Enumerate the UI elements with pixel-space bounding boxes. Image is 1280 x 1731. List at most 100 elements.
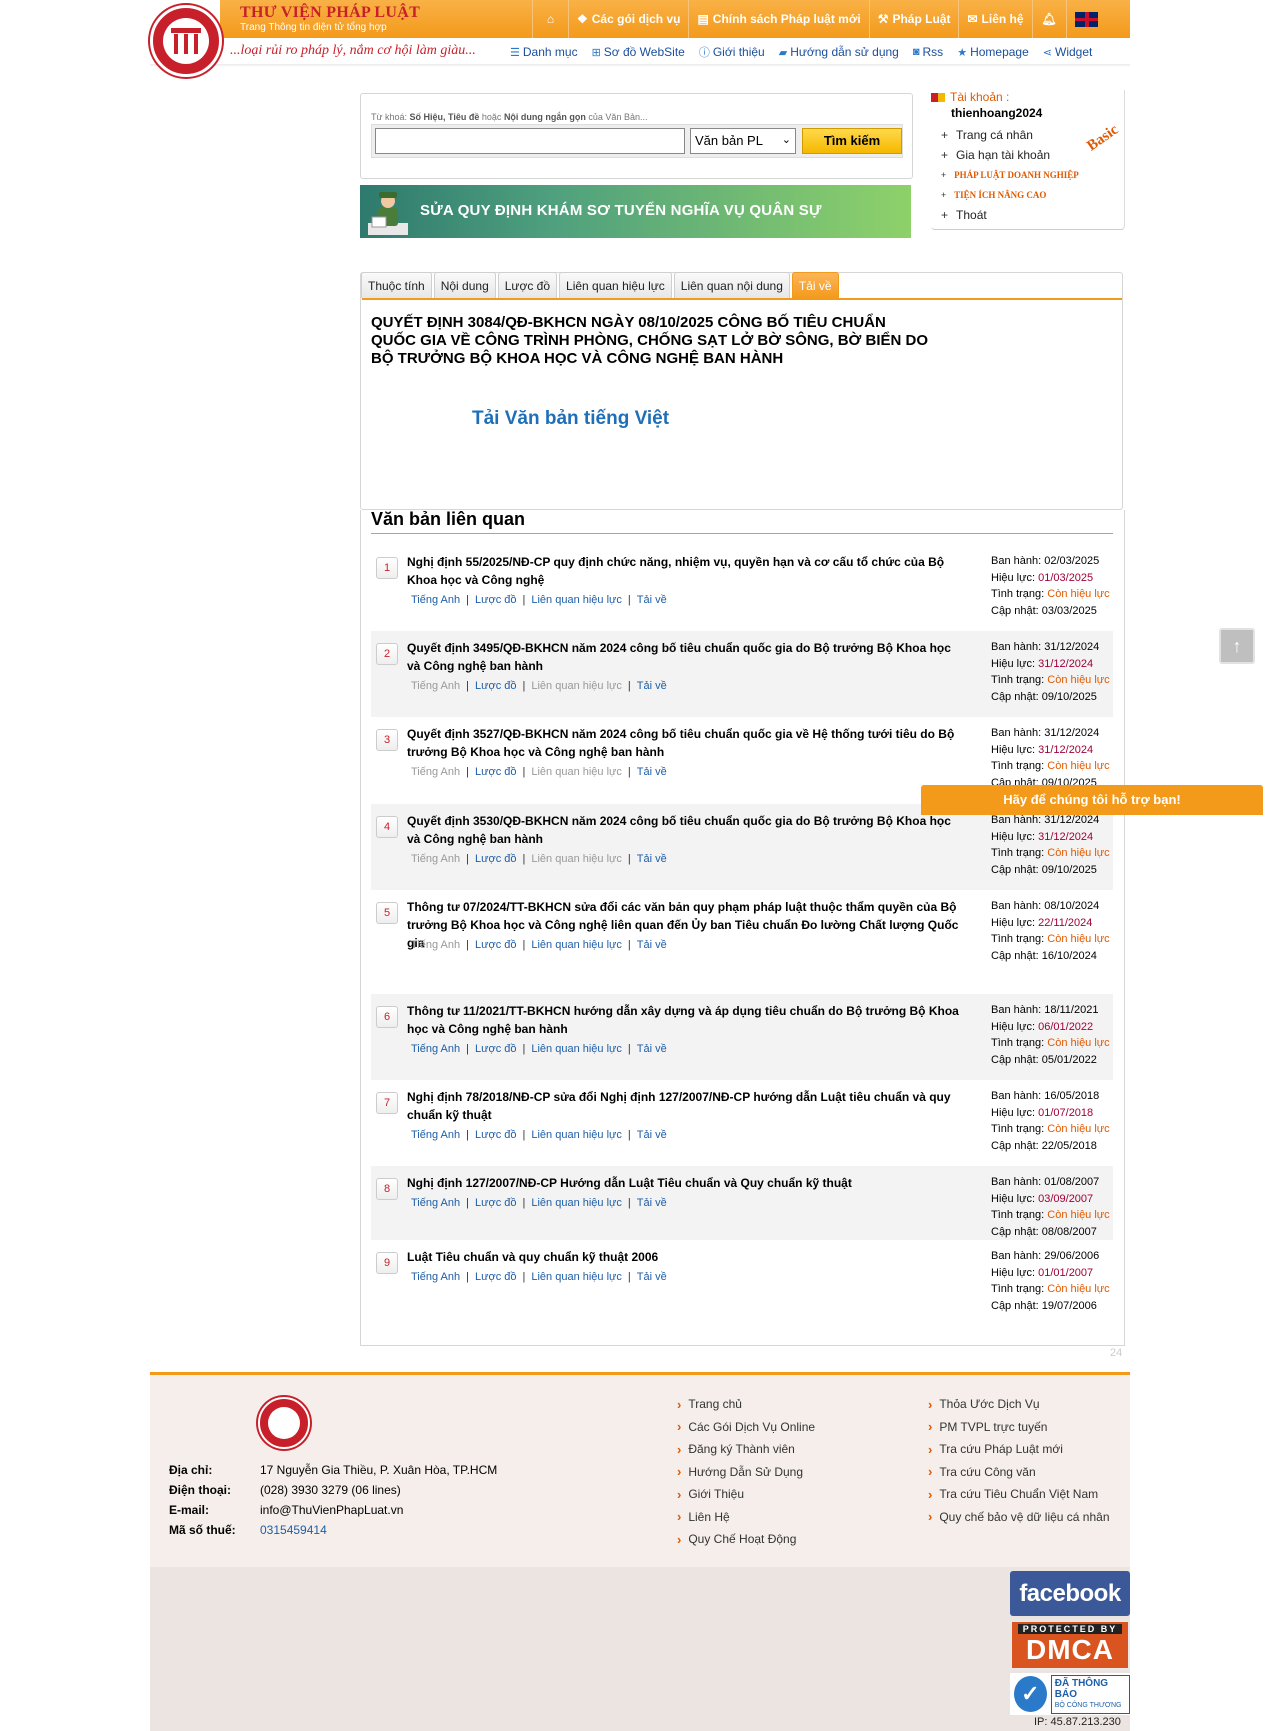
link-download[interactable]: Tải về bbox=[637, 766, 667, 778]
link-effect-related[interactable]: Liên quan hiệu lực bbox=[531, 1197, 622, 1209]
footer-link[interactable]: Tra cứu Pháp Luật mới bbox=[928, 1438, 1110, 1461]
scroll-top-button[interactable]: ↑ bbox=[1219, 628, 1255, 664]
account-menu-advanced-tools[interactable]: TIỆN ÍCH NÂNG CAO bbox=[941, 185, 1079, 205]
link-download[interactable]: Tải về bbox=[637, 1043, 667, 1055]
search-button[interactable]: Tìm kiếm bbox=[802, 128, 902, 154]
footer-link[interactable]: Quy Chế Hoạt Động bbox=[677, 1528, 815, 1551]
footer-link[interactable]: Tra cứu Tiêu Chuẩn Việt Nam bbox=[928, 1483, 1110, 1506]
item-title-link[interactable]: Thông tư 11/2021/TT-BKHCN hướng dẫn xây … bbox=[407, 1002, 967, 1038]
link-download[interactable]: Tải về bbox=[637, 1197, 667, 1209]
item-title-link[interactable]: Quyết định 3527/QĐ-BKHCN năm 2024 công b… bbox=[407, 725, 967, 761]
nav-language[interactable] bbox=[1065, 0, 1106, 38]
footer-link[interactable]: Liên Hệ bbox=[677, 1506, 815, 1529]
nav-label: Chính sách Pháp luật mới bbox=[712, 12, 861, 26]
tab-content[interactable]: Nội dung bbox=[433, 272, 496, 298]
tab-content-related[interactable]: Liên quan nội dung bbox=[673, 272, 790, 298]
link-english[interactable]: Tiếng Anh bbox=[411, 1129, 460, 1141]
account-menu-renew[interactable]: Gia hạn tài khoản bbox=[941, 145, 1079, 165]
link-diagram[interactable]: Lược đồ bbox=[475, 939, 517, 951]
item-title-link[interactable]: Nghị định 55/2025/NĐ-CP quy định chức nă… bbox=[407, 553, 967, 589]
download-vietnamese-link[interactable]: Tải Văn bản tiếng Việt bbox=[472, 408, 669, 430]
link-effect-related[interactable]: Liên quan hiệu lực bbox=[531, 594, 622, 606]
link-english[interactable]: Tiếng Anh bbox=[411, 766, 460, 778]
link-effect-related[interactable]: Liên quan hiệu lực bbox=[531, 1129, 622, 1141]
link-diagram[interactable]: Lược đồ bbox=[475, 853, 517, 865]
site-logo[interactable] bbox=[150, 5, 222, 77]
footer-link[interactable]: Các Gói Dịch Vụ Online bbox=[677, 1416, 815, 1439]
tab-effect-related[interactable]: Liên quan hiệu lực bbox=[559, 272, 672, 298]
footer-link[interactable]: Tra cứu Công văn bbox=[928, 1461, 1110, 1484]
site-header: THƯ VIỆN PHÁP LUẬT Trang Thông tin điện … bbox=[150, 0, 1130, 77]
link-english[interactable]: Tiếng Anh bbox=[411, 939, 460, 951]
item-links: Tiếng Anh | Lược đồ | Liên quan hiệu lực | Tải… bbox=[411, 1129, 667, 1141]
nav-law[interactable]: ⚒ Pháp Luật bbox=[868, 0, 959, 38]
subnav-catalog[interactable]: ☰ Danh mục bbox=[510, 44, 578, 60]
link-diagram[interactable]: Lược đồ bbox=[475, 1129, 517, 1141]
nav-notifications[interactable]: 🔔︎ bbox=[1031, 0, 1066, 38]
item-title-link[interactable]: Nghị định 127/2007/NĐ-CP Hướng dẫn Luật … bbox=[407, 1174, 967, 1192]
nav-new-policies[interactable]: ▤ Chính sách Pháp luật mới bbox=[688, 0, 868, 38]
link-effect-related[interactable]: Liên quan hiệu lực bbox=[531, 680, 622, 692]
footer-link[interactable]: Hướng Dẫn Sử Dụng bbox=[677, 1461, 815, 1484]
search-input[interactable] bbox=[375, 128, 685, 154]
nav-service-packages[interactable]: ❖ Các gói dịch vụ bbox=[568, 0, 688, 38]
link-english[interactable]: Tiếng Anh bbox=[411, 853, 460, 865]
subnav-homepage[interactable]: ★ Homepage bbox=[957, 44, 1029, 60]
account-menu-profile[interactable]: Trang cá nhân bbox=[941, 125, 1079, 145]
link-diagram[interactable]: Lược đồ bbox=[475, 594, 517, 606]
item-title-link[interactable]: Luật Tiêu chuẩn và quy chuẩn kỹ thuật 20… bbox=[407, 1248, 967, 1266]
link-download[interactable]: Tải về bbox=[637, 594, 667, 606]
subnav-rss[interactable]: ◙ Rss bbox=[913, 44, 943, 60]
doc-type-select[interactable]: Văn bản PL ⌄ bbox=[690, 128, 796, 154]
link-download[interactable]: Tải về bbox=[637, 939, 667, 951]
footer-link[interactable]: PM TVPL trực tuyến bbox=[928, 1416, 1110, 1439]
link-diagram[interactable]: Lược đồ bbox=[475, 680, 517, 692]
footer-link[interactable]: Giới Thiệu bbox=[677, 1483, 815, 1506]
facebook-badge[interactable]: facebook bbox=[1010, 1571, 1130, 1616]
link-diagram[interactable]: Lược đồ bbox=[475, 1197, 517, 1209]
link-english[interactable]: Tiếng Anh bbox=[411, 594, 460, 606]
tab-download[interactable]: Tải về bbox=[791, 272, 839, 298]
link-diagram[interactable]: Lược đồ bbox=[475, 1271, 517, 1283]
promo-banner[interactable]: SỬA QUY ĐỊNH KHÁM SƠ TUYỂN NGHĨA VỤ QUÂN… bbox=[360, 185, 911, 238]
link-diagram[interactable]: Lược đồ bbox=[475, 766, 517, 778]
contact-value[interactable]: 0315459414 bbox=[260, 1523, 327, 1543]
link-effect-related[interactable]: Liên quan hiệu lực bbox=[531, 766, 622, 778]
footer-link[interactable]: Đăng ký Thành viên bbox=[677, 1438, 815, 1461]
link-english[interactable]: Tiếng Anh bbox=[411, 680, 460, 692]
link-download[interactable]: Tải về bbox=[637, 680, 667, 692]
tab-attributes[interactable]: Thuộc tính bbox=[361, 272, 432, 298]
link-download[interactable]: Tải về bbox=[637, 1129, 667, 1141]
link-english[interactable]: Tiếng Anh bbox=[411, 1197, 460, 1209]
ministry-registration-badge[interactable]: ✓ ĐÃ THÔNG BÁO BỘ CÔNG THƯƠNG bbox=[1010, 1673, 1130, 1715]
footer-link[interactable]: Thỏa Ước Dịch Vụ bbox=[928, 1393, 1110, 1416]
support-chat-bar[interactable]: Hãy để chúng tôi hỗ trợ bạn! bbox=[921, 785, 1263, 815]
subnav-widget[interactable]: ⋖ Widget bbox=[1043, 44, 1093, 60]
link-effect-related[interactable]: Liên quan hiệu lực bbox=[531, 1043, 622, 1055]
brand-title[interactable]: THƯ VIỆN PHÁP LUẬT bbox=[240, 4, 420, 22]
subnav-sitemap[interactable]: ⊞ Sơ đồ WebSite bbox=[592, 44, 685, 60]
nav-contact[interactable]: ✉ Liên hệ bbox=[958, 0, 1031, 38]
item-title-link[interactable]: Quyết định 3530/QĐ-BKHCN năm 2024 công b… bbox=[407, 812, 967, 848]
link-effect-related[interactable]: Liên quan hiệu lực bbox=[531, 853, 622, 865]
tab-diagram[interactable]: Lược đồ bbox=[497, 272, 558, 298]
link-effect-related[interactable]: Liên quan hiệu lực bbox=[531, 1271, 622, 1283]
footer-link[interactable]: Trang chủ bbox=[677, 1393, 815, 1416]
link-download[interactable]: Tải về bbox=[637, 853, 667, 865]
link-diagram[interactable]: Lược đồ bbox=[475, 1043, 517, 1055]
nav-home[interactable]: ⌂ bbox=[532, 0, 568, 38]
footer-link[interactable]: Quy chế bảo vệ dữ liệu cá nhân bbox=[928, 1506, 1109, 1529]
account-menu-business-law[interactable]: PHÁP LUẬT DOANH NGHIỆP bbox=[941, 165, 1079, 185]
updated-date: 22/05/2018 bbox=[1041, 1139, 1097, 1152]
subnav-guide[interactable]: ▰ Hướng dẫn sử dụng bbox=[779, 44, 899, 60]
contact-value[interactable]: info@ThuVienPhapLuat.vn bbox=[260, 1503, 403, 1523]
item-title-link[interactable]: Nghị định 78/2018/NĐ-CP sửa đổi Nghị địn… bbox=[407, 1088, 967, 1124]
link-download[interactable]: Tải về bbox=[637, 1271, 667, 1283]
link-effect-related[interactable]: Liên quan hiệu lực bbox=[531, 939, 622, 951]
subnav-about[interactable]: ⓘ Giới thiệu bbox=[699, 44, 765, 60]
dmca-badge[interactable]: PROTECTED BY DMCA bbox=[1010, 1620, 1130, 1670]
item-title-link[interactable]: Quyết định 3495/QĐ-BKHCN năm 2024 công b… bbox=[407, 639, 967, 675]
account-menu-logout[interactable]: Thoát bbox=[941, 205, 1079, 225]
link-english[interactable]: Tiếng Anh bbox=[411, 1271, 460, 1283]
link-english[interactable]: Tiếng Anh bbox=[411, 1043, 460, 1055]
